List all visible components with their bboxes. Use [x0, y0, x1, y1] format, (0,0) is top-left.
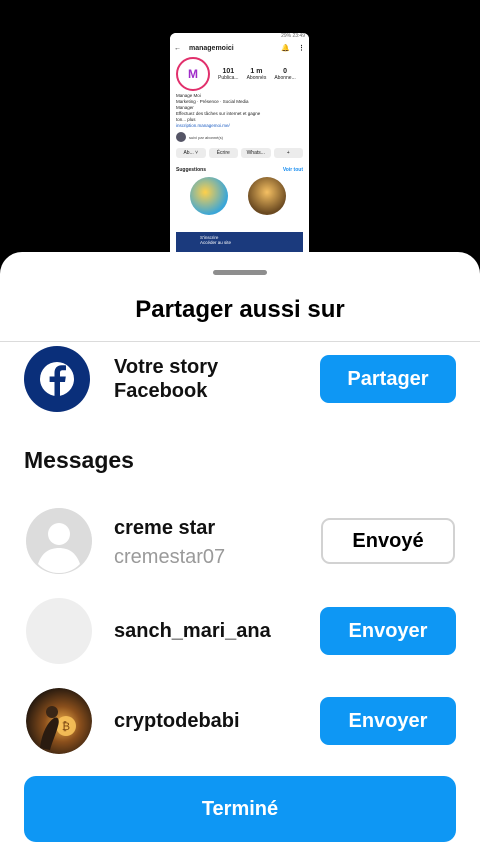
contact-row: ₿ cryptodebabi Envoyer — [0, 688, 480, 754]
suggestion-avatar — [248, 177, 286, 215]
share-facebook-button[interactable]: Partager — [320, 355, 456, 403]
contact-name: cryptodebabi — [114, 710, 240, 732]
drag-handle[interactable] — [213, 270, 267, 275]
preview-username: managemoici — [189, 44, 234, 52]
suggestion-avatar — [190, 177, 228, 215]
contact-name: creme star — [114, 517, 216, 539]
preview-topbar: ← managemoici 🔔 ⋮ — [170, 41, 309, 55]
contact-handle: cremestar07 — [114, 546, 226, 568]
preview-stat-followers: 1 m Abonnés — [246, 67, 267, 81]
share-sheet: Partager aussi sur Votre story Facebook … — [0, 252, 480, 854]
messages-heading: Messages — [24, 447, 134, 473]
sheet-title: Partager aussi sur — [135, 296, 345, 323]
preview-stat-posts: 101 Publica... — [218, 67, 239, 81]
send-button[interactable]: Envoyer — [320, 697, 456, 745]
preview-avatar: M — [176, 57, 210, 91]
avatar — [26, 598, 92, 664]
profile-preview: 29% 23:49 ← managemoici 🔔 ⋮ M 101 Publica… — [170, 33, 309, 263]
send-button[interactable]: Envoyer — [320, 607, 456, 655]
preview-status-bar: 29% 23:49 — [170, 33, 309, 41]
preview-bio: Manage Moi Marketing · Présence · Social… — [176, 93, 261, 128]
done-button[interactable]: Terminé — [24, 776, 456, 842]
divider — [0, 341, 480, 342]
preview-stat-following: 0 Abonne... — [274, 67, 296, 81]
facebook-story-row: Votre story Facebook Partager — [0, 346, 480, 412]
preview-bio-link: inscription.managemoi.me/ — [176, 123, 230, 128]
preview-stats: M 101 Publica... 1 m Abonnés 0 Abonne... — [170, 55, 309, 93]
facebook-story-label-2: Facebook — [114, 380, 208, 402]
default-avatar-icon — [26, 508, 92, 574]
back-arrow-icon: ← — [174, 44, 181, 52]
bell-icon: 🔔 — [281, 45, 290, 52]
preview-suggestion-cards — [170, 175, 309, 217]
svg-text:₿: ₿ — [62, 720, 70, 733]
sent-button[interactable]: Envoyé — [321, 518, 455, 564]
more-icon: ⋮ — [298, 45, 305, 52]
preview-buttons: Ab... ˅ Écrire Whats... + — [170, 145, 309, 161]
facebook-icon — [24, 346, 90, 412]
preview-followed-by: suivi par abonné(s) — [170, 129, 309, 145]
contact-row: creme star cremestar07 Envoyé — [0, 508, 480, 574]
preview-ad-banner: S'inscrire Accéder au site — [176, 232, 303, 252]
preview-suggestions: Suggestions Voir tout — [176, 167, 303, 173]
facebook-story-label-1: Votre story — [114, 356, 219, 378]
contact-row: sanch_mari_ana Envoyer — [0, 598, 480, 664]
contact-name: sanch_mari_ana — [114, 620, 271, 642]
follower-avatar — [176, 132, 186, 142]
avatar: ₿ — [26, 688, 92, 754]
